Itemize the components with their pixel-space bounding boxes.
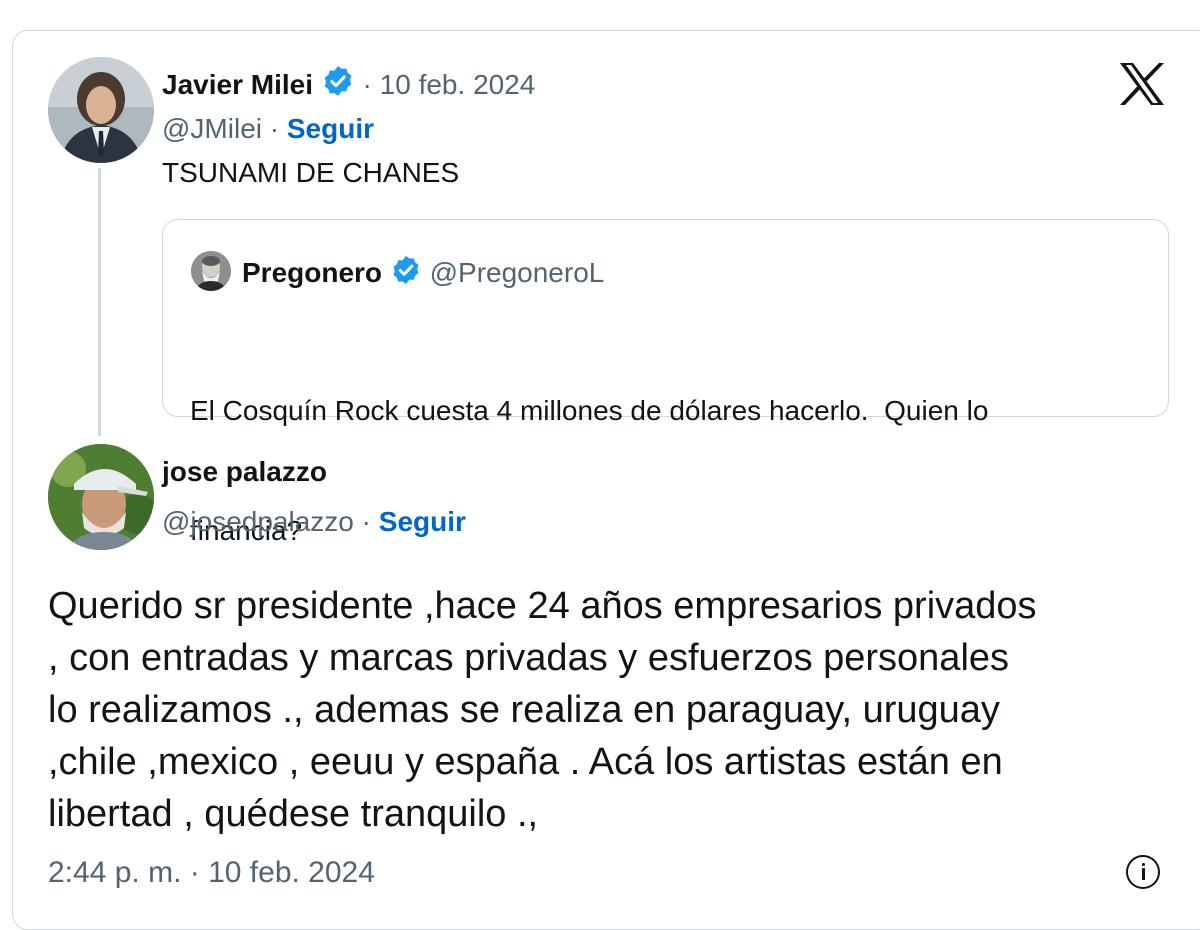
quoted-author-handle[interactable]: @PregoneroL xyxy=(430,257,605,288)
pregonero-avatar[interactable] xyxy=(191,251,231,291)
javier-milei-avatar[interactable] xyxy=(48,57,154,163)
reply-text-line: ,chile ,mexico , eeuu y españa . Acá los… xyxy=(48,741,1003,783)
handle-separator: · xyxy=(269,113,280,144)
meta-separator: · xyxy=(362,69,372,100)
reply-follow-button[interactable]: Seguir xyxy=(379,506,466,537)
reply-text-line: , con entradas y marcas privadas y esfue… xyxy=(48,637,1010,679)
reply-handle-row: @josedpalazzo · Seguir xyxy=(162,506,466,538)
avatar-image xyxy=(48,444,154,550)
quoted-author-row: Pregonero @PregoneroL xyxy=(242,254,604,293)
verified-badge-icon xyxy=(390,254,422,293)
avatar-image xyxy=(191,251,231,291)
tweet-date[interactable]: 10 feb. 2024 xyxy=(380,69,536,100)
reply-text-line: lo realizamos ., ademas se realiza en pa… xyxy=(48,689,1000,731)
timestamp-separator: · xyxy=(189,856,200,889)
reply-date: 10 feb. 2024 xyxy=(208,856,375,889)
reply-time: 2:44 p. m. xyxy=(48,856,182,889)
tweet-text: TSUNAMI DE CHANES xyxy=(162,157,460,188)
follow-button[interactable]: Seguir xyxy=(287,113,374,144)
reply-text: Querido sr presidente ,hace 24 años empr… xyxy=(48,580,1173,840)
verified-badge-icon xyxy=(321,64,355,105)
x-logo-icon[interactable] xyxy=(1118,62,1166,111)
quoted-author-name[interactable]: Pregonero xyxy=(242,257,382,288)
author-handle[interactable]: @JMilei xyxy=(162,113,262,144)
reply-text-line: libertad , quédese tranquilo ., xyxy=(48,793,539,835)
author-name[interactable]: Javier Milei xyxy=(162,69,313,100)
jose-palazzo-avatar[interactable] xyxy=(48,444,154,550)
reply-author-name[interactable]: jose palazzo xyxy=(162,456,327,488)
reply-author-handle[interactable]: @josedpalazzo xyxy=(162,506,354,537)
author-handle-row: @JMilei · Seguir xyxy=(162,113,374,145)
author-name-row: Javier Milei · 10 feb. 2024 xyxy=(162,64,535,105)
info-icon[interactable] xyxy=(1126,855,1160,889)
thread-connector-line xyxy=(98,168,101,436)
quoted-text: El Cosquín Rock cuesta 4 millones de dól… xyxy=(190,311,988,591)
quoted-text-line: El Cosquín Rock cuesta 4 millones de dól… xyxy=(190,395,989,426)
reply-timestamp[interactable]: 2:44 p. m. · 10 feb. 2024 xyxy=(48,856,375,890)
handle-separator: · xyxy=(361,506,371,537)
reply-text-line: Querido sr presidente ,hace 24 años empr… xyxy=(48,585,1037,627)
avatar-image xyxy=(48,57,154,163)
